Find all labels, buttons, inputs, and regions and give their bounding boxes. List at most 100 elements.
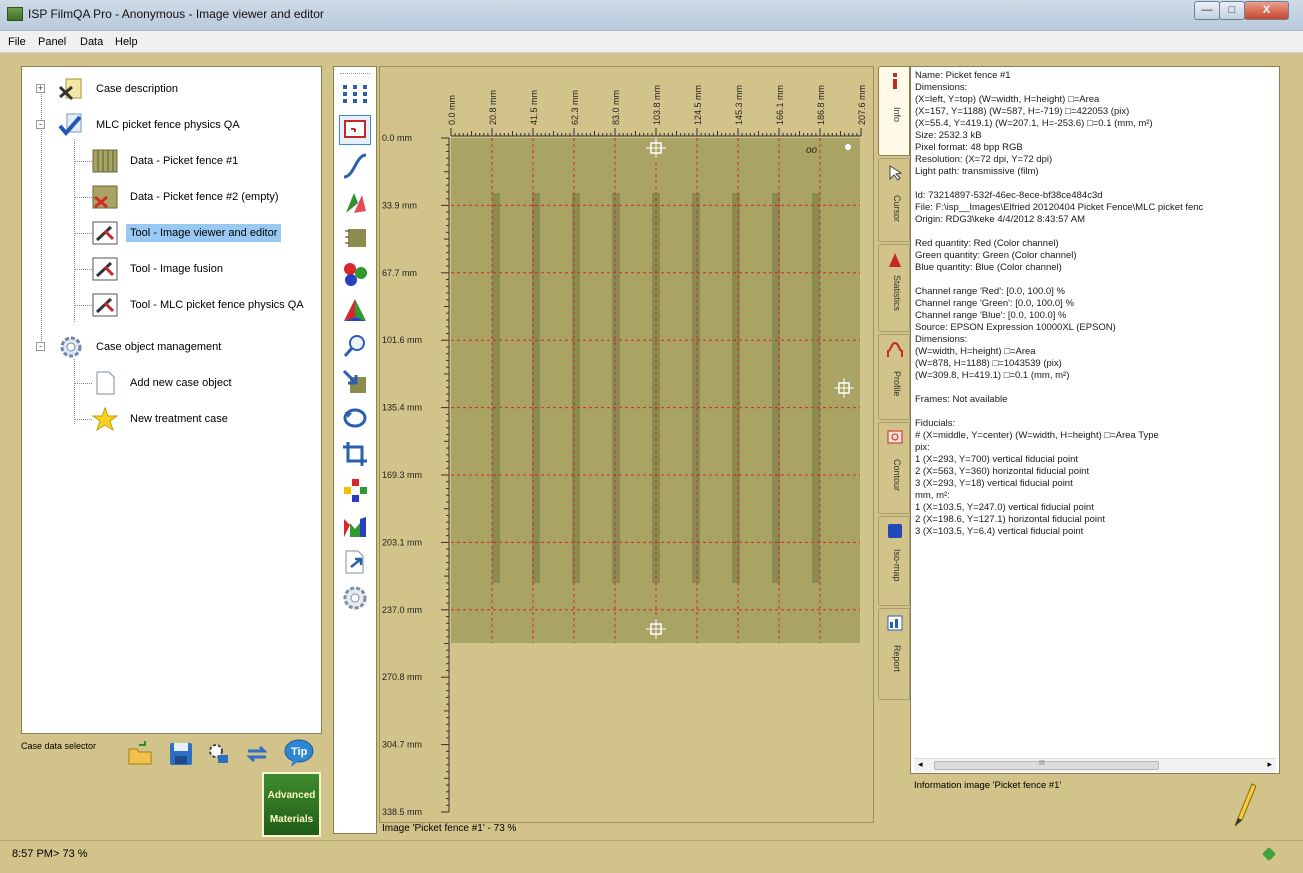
menu-help[interactable]: Help (115, 36, 138, 48)
tab-statistics[interactable]: Statistics (878, 244, 910, 332)
tree-connector (74, 269, 92, 270)
rgb-balls-icon[interactable] (339, 259, 371, 289)
tip-icon[interactable]: Tip (283, 738, 315, 768)
tree-item-mlc-tool[interactable]: Tool - MLC picket fence physics QA (92, 291, 308, 319)
tree-connector (74, 233, 92, 234)
info-line (915, 274, 1277, 286)
info-line: 2 (X=563, Y=360) horizontal fiducial poi… (915, 466, 1090, 477)
info-text: Name: Picket fence #1 Dimensions: (X=left,… (915, 70, 1277, 538)
case-tree[interactable]: + - - Case description MLC picket fence … (21, 66, 322, 734)
status-text: 8:57 PM> 73 % (12, 848, 88, 860)
tree-item-new-treatment-case[interactable]: New treatment case (91, 405, 232, 433)
tree-item-mlc-qa[interactable]: MLC picket fence physics QA (58, 111, 244, 139)
magnifier-icon[interactable] (339, 331, 371, 361)
export-icon[interactable] (339, 547, 371, 577)
tip-text: Tip (291, 746, 308, 758)
menu-data[interactable]: Data (80, 36, 103, 48)
x-tick-label: 20.8 mm (488, 90, 498, 125)
info-line: mm, m²: (915, 490, 950, 501)
star-icon (91, 406, 119, 432)
pyramid-icon[interactable] (339, 295, 371, 325)
picket-strip (572, 193, 580, 583)
cursor-icon (889, 165, 903, 181)
info-line (915, 226, 1277, 238)
info-line (915, 178, 1277, 190)
tree-item-picket-fence-1[interactable]: Data - Picket fence #1 (92, 147, 242, 175)
pencil-icon[interactable] (1232, 782, 1257, 828)
import-icon[interactable] (339, 367, 371, 397)
film-empty-icon (92, 185, 118, 209)
info-line: Resolution: (X=72 dpi, Y=72 dpi) (915, 154, 1053, 165)
x-tick-label: 145.3 mm (734, 85, 744, 125)
tab-cursor[interactable]: Cursor (878, 158, 910, 242)
tool-icon (92, 221, 118, 245)
maximize-button[interactable]: □ (1219, 1, 1245, 20)
expand-toggle[interactable]: + (36, 84, 45, 93)
title-bar: ISP FilmQA Pro - Anonymous - Image viewe… (0, 0, 1303, 31)
app-icon (7, 7, 23, 21)
tree-connector (74, 419, 92, 420)
logo-line-1: Advanced (267, 790, 316, 801)
menu-file[interactable]: File (8, 36, 26, 48)
tree-item-case-description[interactable]: Case description (58, 75, 182, 103)
curve-icon[interactable] (339, 151, 371, 181)
collapse-toggle[interactable]: - (36, 342, 45, 351)
tree-item-label: MLC picket fence physics QA (96, 119, 240, 131)
image-canvas[interactable]: 0.0 mm 20.8 mm 41.5 mm 62.3 mm 83.0 mm 103.8 … (380, 67, 875, 824)
menu-panel[interactable]: Panel (38, 36, 66, 48)
color-dots-icon[interactable] (339, 475, 371, 505)
corner-dot (845, 144, 851, 150)
x-tick-label: 207.6 mm (857, 85, 867, 125)
tab-contour[interactable]: Contour (878, 422, 910, 514)
y-tick-label: 101.6 mm (382, 335, 422, 345)
tab-iso-map[interactable]: Iso-map (878, 516, 910, 606)
channel-icon[interactable] (339, 223, 371, 253)
image-viewer[interactable]: 0.0 mm 20.8 mm 41.5 mm 62.3 mm 83.0 mm 103.8 … (379, 66, 874, 823)
info-panel[interactable]: Name: Picket fence #1 Dimensions: (X=left,… (910, 66, 1280, 774)
tree-item-label: Add new case object (130, 377, 232, 389)
tree-item-image-viewer[interactable]: Tool - Image viewer and editor (92, 219, 282, 247)
swap-icon[interactable] (244, 741, 270, 767)
corner-mark: oo (806, 145, 818, 156)
status-indicator-icon (1261, 846, 1277, 862)
tree-item-image-fusion[interactable]: Tool - Image fusion (92, 255, 227, 283)
grid-points-icon[interactable] (339, 79, 371, 109)
collapse-toggle[interactable]: - (36, 120, 45, 129)
tree-item-label: Case object management (96, 341, 222, 353)
tree-item-case-object-management[interactable]: Case object management (58, 333, 225, 361)
rotate-icon[interactable] (339, 403, 371, 433)
color-picker-icon[interactable] (339, 187, 371, 217)
case-description-icon (58, 77, 84, 101)
tree-item-picket-fence-2[interactable]: Data - Picket fence #2 (empty) (92, 183, 283, 211)
contour-icon (887, 430, 903, 444)
info-line: 1 (X=103.5, Y=247.0) vertical fiducial p… (915, 502, 1094, 513)
gear-icon[interactable] (339, 583, 371, 613)
y-tick-label: 237.0 mm (382, 605, 422, 615)
logo-line-2: Materials (269, 814, 314, 825)
tree-item-add-new-case-object[interactable]: Add new case object (92, 369, 236, 397)
crop-icon[interactable] (339, 439, 371, 469)
y-tick-label: 203.1 mm (382, 537, 422, 547)
minimize-button[interactable]: — (1194, 1, 1220, 20)
settings-icon[interactable] (206, 741, 232, 767)
info-line: 1 (X=293, Y=700) vertical fiducial point (915, 454, 1079, 465)
info-horizontal-scrollbar[interactable]: ◂ III ▸ (914, 758, 1276, 772)
scrollbar-thumb[interactable]: III (934, 760, 1159, 770)
roi-frame-icon[interactable] (339, 115, 371, 145)
open-folder-icon[interactable] (127, 741, 153, 767)
tree-item-label: Case description (96, 83, 178, 95)
tab-label: Cursor (892, 195, 902, 223)
picket-strip (692, 193, 700, 583)
tab-report[interactable]: Report (878, 608, 910, 700)
tree-item-label: Data - Picket fence #1 (130, 155, 239, 167)
scroll-right-arrow[interactable]: ▸ (1267, 759, 1272, 770)
save-icon[interactable] (168, 741, 194, 767)
y-tick-label: 304.7 mm (382, 740, 422, 750)
rainbow-icon[interactable] (339, 511, 371, 541)
tree-connector (74, 161, 92, 162)
y-tick-label: 169.3 mm (382, 470, 422, 480)
tab-info[interactable]: Info (878, 66, 910, 156)
tab-profile[interactable]: Profile (878, 334, 910, 420)
scroll-left-arrow[interactable]: ◂ (918, 759, 923, 770)
close-button[interactable]: X (1244, 1, 1289, 20)
